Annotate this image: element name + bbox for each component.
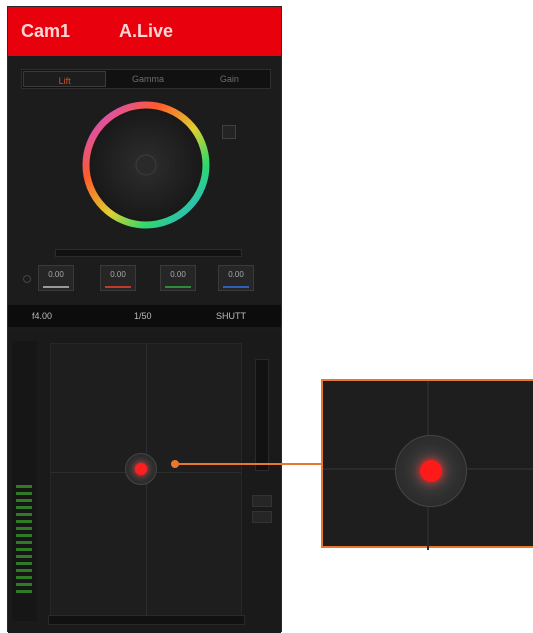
param-underline — [43, 286, 69, 288]
param-blue[interactable]: 0.00 — [218, 265, 254, 291]
gain-strip — [252, 345, 272, 621]
shutter-value[interactable]: 1/50 — [134, 311, 152, 321]
zoom-bar[interactable] — [48, 615, 245, 625]
param-master[interactable]: 0.00 — [38, 265, 74, 291]
param-underline — [105, 286, 131, 288]
audio-meter — [16, 485, 32, 600]
shutter-mode[interactable]: SHUTT — [216, 311, 246, 321]
live-indicator: A.Live — [119, 21, 174, 41]
gain-down-button[interactable] — [252, 511, 272, 523]
callout-line — [178, 463, 324, 465]
param-link-icon[interactable] — [23, 275, 31, 283]
color-wheel-icon[interactable] — [8, 95, 281, 260]
camera-name: Cam1 — [21, 21, 71, 41]
reset-icon[interactable] — [222, 125, 236, 139]
param-underline — [223, 286, 249, 288]
gain-slider[interactable] — [255, 359, 269, 471]
param-green[interactable]: 0.00 — [160, 265, 196, 291]
tab-gain[interactable]: Gain — [189, 70, 270, 88]
settings-info-bar: f4.00 1/50 SHUTT — [8, 305, 281, 327]
param-red[interactable]: 0.00 — [100, 265, 136, 291]
param-row: 0.00 0.00 0.00 0.00 — [22, 263, 272, 295]
tab-lift[interactable]: Lift — [23, 71, 107, 87]
tab-gamma[interactable]: Gamma — [107, 70, 188, 88]
camera-control-panel: Cam1 A.Live Lift Gamma Gain 0.00 0.00 0.… — [7, 6, 282, 633]
color-wheel-area — [8, 95, 281, 260]
zoomed-focus-knob — [395, 435, 467, 507]
param-underline — [165, 286, 191, 288]
camera-header-bar[interactable]: Cam1 A.Live — [8, 7, 281, 56]
lens-control-area — [8, 331, 281, 633]
color-tabs: Lift Gamma Gain — [21, 69, 271, 89]
gain-up-button[interactable] — [252, 495, 272, 507]
focus-knob[interactable] — [125, 453, 157, 485]
callout-zoom-box — [321, 379, 533, 550]
iris-value[interactable]: f4.00 — [32, 311, 52, 321]
master-slider[interactable] — [55, 249, 242, 257]
